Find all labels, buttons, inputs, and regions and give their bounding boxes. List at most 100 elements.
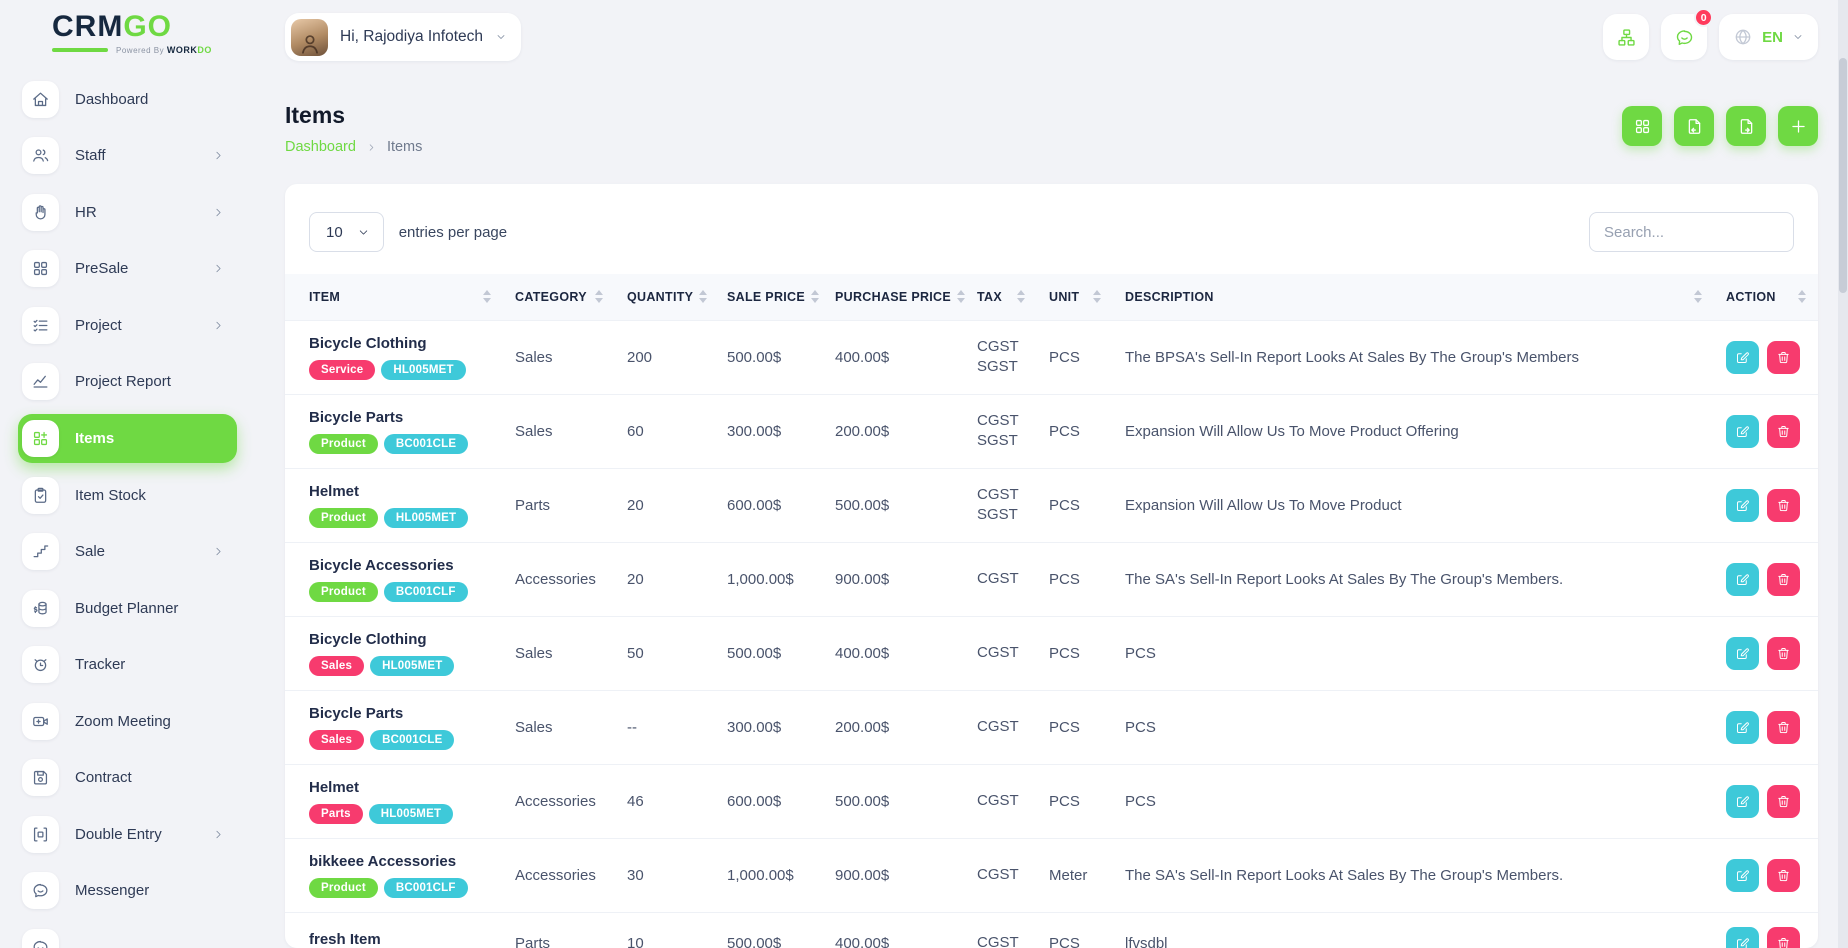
edit-button[interactable] [1726,489,1759,522]
column-header-unit[interactable]: UNIT [1037,274,1113,320]
chevron-down-icon [495,31,507,43]
delete-button[interactable] [1767,563,1800,596]
sidebar-item-item-stock[interactable]: Item Stock [18,467,237,524]
language-selector[interactable]: EN [1719,14,1818,60]
description-cell: lfvsdbl [1113,912,1714,948]
tax-cell: CGST [965,838,1037,912]
sale-price-cell: 300.00$ [715,394,823,468]
breadcrumb-dashboard-link[interactable]: Dashboard [285,139,356,155]
description-cell: PCS [1113,690,1714,764]
table-header-row: ITEMCATEGORYQUANTITYSALE PRICEPURCHASE P… [285,274,1818,320]
sidebar-item-label: Item Stock [75,487,225,504]
column-header-item[interactable]: ITEM [285,274,503,320]
column-header-quantity[interactable]: QUANTITY [615,274,715,320]
import-button[interactable] [1674,106,1714,146]
delete-button[interactable] [1767,341,1800,374]
quantity-cell: 46 [615,764,715,838]
badge-bc001clf: BC001CLF [384,582,468,602]
edit-button[interactable] [1726,711,1759,744]
sidebar-item-dashboard[interactable]: Dashboard [18,71,237,128]
badge-product: Product [309,878,378,898]
tax-cell: CGST [965,912,1037,948]
delete-button[interactable] [1767,785,1800,818]
badge-bc001cle: BC001CLE [370,730,454,750]
column-header-sale-price[interactable]: SALE PRICE [715,274,823,320]
sort-icon [957,290,965,303]
sidebar-item-tracker[interactable]: Tracker [18,637,237,694]
file-export-icon [1737,117,1756,136]
item-name: Bicycle Parts [309,409,491,426]
messages-button[interactable]: 0 [1661,14,1707,60]
chart-line-icon [22,363,59,400]
sidebar-item-zoom-meeting[interactable]: Zoom Meeting [18,693,237,750]
column-header-action[interactable]: ACTION [1714,274,1818,320]
edit-button[interactable] [1726,637,1759,670]
delete-button[interactable] [1767,415,1800,448]
item-badges: ServiceHL005MET [309,360,491,380]
sidebar-item-label: Budget Planner [75,600,225,617]
sidebar-item-label: Double Entry [75,826,196,843]
action-cell [1714,838,1818,912]
quantity-cell: 50 [615,616,715,690]
search-input[interactable] [1589,212,1794,252]
scrollbar-thumb[interactable] [1839,58,1847,293]
table-row: Bicycle AccessoriesProductBC001CLFAccess… [285,542,1818,616]
purchase-price-cell: 500.00$ [823,468,965,542]
brand-logo[interactable]: CRMGO Powered By WORKDO [0,12,255,55]
sidebar-item-hr[interactable]: HR [18,184,237,241]
grid-view-button[interactable] [1622,106,1662,146]
item-name: Helmet [309,483,491,500]
sidebar-item-staff[interactable]: Staff [18,128,237,185]
action-cell [1714,764,1818,838]
brand-name-primary: CRM [52,10,123,43]
edit-button[interactable] [1726,785,1759,818]
sidebar-item-hidden[interactable] [18,919,237,948]
quantity-cell: 200 [615,320,715,394]
add-item-button[interactable] [1778,106,1818,146]
delete-button[interactable] [1767,927,1800,948]
sidebar-item-contract[interactable]: Contract [18,750,237,807]
unit-cell: PCS [1037,468,1113,542]
sale-price-cell: 300.00$ [715,690,823,764]
badge-service: Service [309,360,375,380]
sidebar-item-items[interactable]: Items [18,414,237,463]
purchase-price-cell: 500.00$ [823,764,965,838]
delete-button[interactable] [1767,859,1800,892]
delete-button[interactable] [1767,489,1800,522]
entries-per-page-select[interactable]: 10 [309,212,384,252]
column-header-tax[interactable]: TAX [965,274,1037,320]
export-button[interactable] [1726,106,1766,146]
sort-icon [1017,290,1025,303]
sidebar-item-project-report[interactable]: Project Report [18,354,237,411]
edit-button[interactable] [1726,927,1759,948]
delete-button[interactable] [1767,637,1800,670]
trash-icon [1776,498,1791,513]
sale-price-cell: 600.00$ [715,764,823,838]
grid-icon [22,250,59,287]
user-menu[interactable]: Hi, Rajodiya Infotech [285,13,521,61]
sidebar-item-presale[interactable]: PreSale [18,241,237,298]
edit-button[interactable] [1726,415,1759,448]
column-header-description[interactable]: DESCRIPTION [1113,274,1714,320]
badge-hl005met: HL005MET [370,656,454,676]
edit-button[interactable] [1726,341,1759,374]
sidebar-item-project[interactable]: Project [18,297,237,354]
table-row: HelmetPartsHL005METAccessories46600.00$5… [285,764,1818,838]
description-cell: The BPSA's Sell-In Report Looks At Sales… [1113,320,1714,394]
main-column: Hi, Rajodiya Infotech 0 EN [255,0,1848,948]
column-header-purchase-price[interactable]: PURCHASE PRICE [823,274,965,320]
column-header-category[interactable]: CATEGORY [503,274,615,320]
sitemap-button[interactable] [1603,14,1649,60]
sidebar-item-messenger[interactable]: Messenger [18,863,237,920]
sidebar-item-sale[interactable]: Sale [18,524,237,581]
unit-cell: PCS [1037,616,1113,690]
item-name: Bicycle Clothing [309,335,491,352]
sidebar-item-budget-planner[interactable]: Budget Planner [18,580,237,637]
trash-icon [1776,424,1791,439]
edit-button[interactable] [1726,859,1759,892]
sidebar-item-double-entry[interactable]: Double Entry [18,806,237,863]
delete-button[interactable] [1767,711,1800,744]
purchase-price-cell: 400.00$ [823,912,965,948]
trash-icon [1776,936,1791,948]
edit-button[interactable] [1726,563,1759,596]
